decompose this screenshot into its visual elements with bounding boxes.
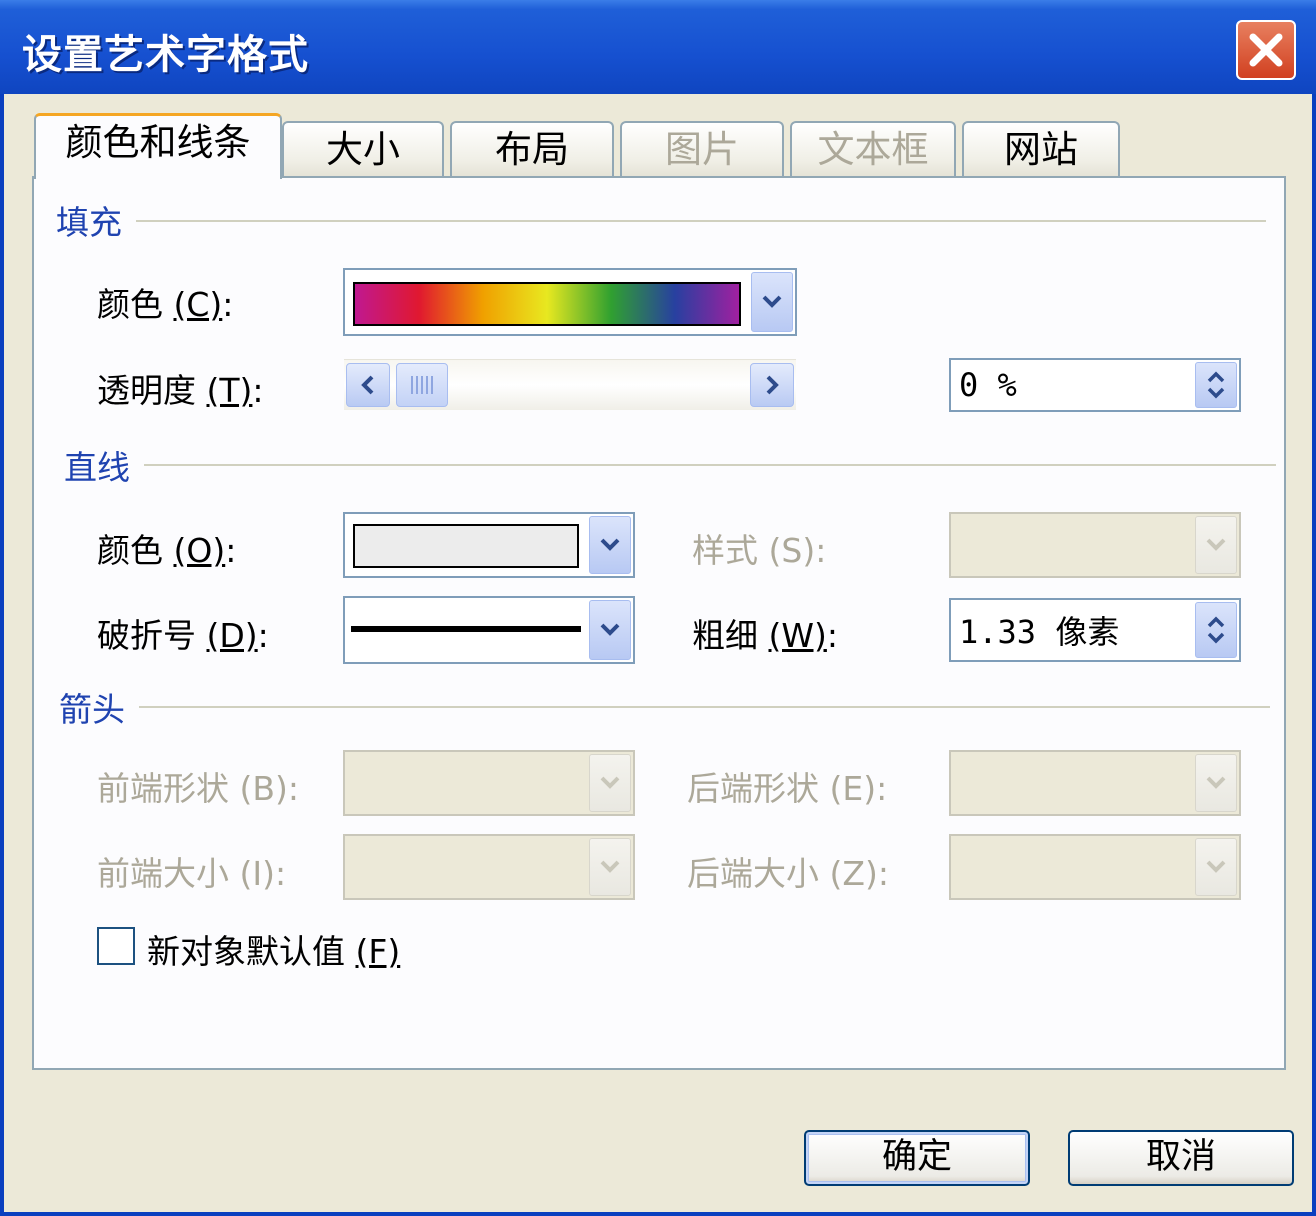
line-style-combo bbox=[949, 512, 1241, 578]
tab-size[interactable]: 大小 bbox=[282, 121, 444, 177]
close-button[interactable] bbox=[1236, 20, 1296, 80]
transparency-slider[interactable] bbox=[344, 359, 796, 410]
weight-spin-buttons[interactable] bbox=[1195, 602, 1237, 658]
line-group-label: 直线 bbox=[64, 441, 144, 489]
chevron-down-icon bbox=[1206, 538, 1226, 551]
chevron-down-icon bbox=[1206, 776, 1226, 789]
dash-preview-line bbox=[351, 626, 581, 632]
fill-color-swatch bbox=[353, 282, 741, 326]
line-color-swatch bbox=[353, 524, 579, 568]
line-style-dropdown-button bbox=[1195, 516, 1237, 574]
spin-up-down-icon bbox=[1207, 616, 1225, 644]
tab-web[interactable]: 网站 bbox=[962, 121, 1120, 177]
fill-color-dropdown-button[interactable] bbox=[751, 272, 793, 332]
begin-style-dropdown-button bbox=[589, 754, 631, 812]
tab-text-box: 文本框 bbox=[790, 121, 956, 177]
chevron-down-icon bbox=[1206, 860, 1226, 873]
begin-style-combo bbox=[343, 750, 635, 816]
dialog-window: 设置艺术字格式 颜色和线条 大小 布局 图片 文本框 网站 填充 颜色 (C):… bbox=[0, 0, 1316, 1216]
default-for-new-objects-label[interactable]: 新对象默认值 (F) bbox=[147, 925, 400, 973]
chevron-down-icon bbox=[600, 623, 620, 636]
fill-group-label: 填充 bbox=[56, 196, 136, 244]
transparency-value[interactable]: 0 % bbox=[959, 366, 1017, 404]
scroll-right-button[interactable] bbox=[750, 363, 794, 407]
end-style-combo bbox=[949, 750, 1241, 816]
end-size-dropdown-button bbox=[1195, 838, 1237, 896]
arrows-group-label: 箭头 bbox=[59, 683, 139, 731]
arrows-group-divider bbox=[64, 706, 1270, 708]
grip-icon bbox=[411, 376, 433, 394]
chevron-down-icon bbox=[600, 776, 620, 789]
slider-thumb[interactable] bbox=[396, 363, 448, 407]
line-group-divider bbox=[64, 464, 1276, 466]
fill-group-divider bbox=[64, 220, 1266, 222]
title-bar[interactable]: 设置艺术字格式 bbox=[0, 0, 1316, 94]
weight-label: 粗细 (W): bbox=[692, 616, 839, 655]
chevron-down-icon bbox=[600, 860, 620, 873]
chevron-left-icon bbox=[361, 375, 374, 395]
begin-style-label: 前端形状 (B): bbox=[97, 769, 300, 808]
ok-button[interactable]: 确定 bbox=[804, 1130, 1030, 1186]
transparency-label: 透明度 (T): bbox=[97, 371, 264, 410]
line-color-dropdown-button[interactable] bbox=[589, 516, 631, 574]
end-style-label: 后端形状 (E): bbox=[687, 769, 888, 808]
line-color-combo[interactable] bbox=[343, 512, 635, 578]
close-icon bbox=[1249, 33, 1283, 67]
transparency-spin-buttons[interactable] bbox=[1195, 362, 1237, 408]
default-for-new-objects-checkbox[interactable] bbox=[97, 927, 135, 965]
chevron-down-icon bbox=[600, 538, 620, 551]
begin-size-combo bbox=[343, 834, 635, 900]
end-size-combo bbox=[949, 834, 1241, 900]
chevron-down-icon bbox=[762, 295, 782, 308]
transparency-spinner[interactable]: 0 % bbox=[949, 358, 1241, 412]
weight-value[interactable]: 1.33 像素 bbox=[959, 607, 1119, 653]
tab-picture: 图片 bbox=[620, 121, 784, 177]
scroll-left-button[interactable] bbox=[346, 363, 390, 407]
dash-label: 破折号 (D): bbox=[97, 616, 269, 655]
spin-up-down-icon bbox=[1207, 371, 1225, 399]
dialog-title: 设置艺术字格式 bbox=[22, 32, 309, 78]
chevron-right-icon bbox=[766, 375, 779, 395]
fill-color-label: 颜色 (C): bbox=[97, 285, 234, 324]
tab-colors-and-lines[interactable]: 颜色和线条 bbox=[34, 113, 282, 179]
end-style-dropdown-button bbox=[1195, 754, 1237, 812]
begin-size-label: 前端大小 (I): bbox=[97, 854, 287, 893]
tab-layout[interactable]: 布局 bbox=[450, 121, 614, 177]
cancel-button[interactable]: 取消 bbox=[1068, 1130, 1294, 1186]
dash-combo[interactable] bbox=[343, 596, 635, 664]
end-size-label: 后端大小 (Z): bbox=[687, 854, 889, 893]
line-style-label: 样式 (S): bbox=[692, 531, 827, 570]
fill-color-combo[interactable] bbox=[343, 268, 797, 336]
begin-size-dropdown-button bbox=[589, 838, 631, 896]
dash-dropdown-button[interactable] bbox=[589, 600, 631, 660]
weight-spinner[interactable]: 1.33 像素 bbox=[949, 598, 1241, 662]
line-color-label: 颜色 (O): bbox=[97, 531, 237, 570]
